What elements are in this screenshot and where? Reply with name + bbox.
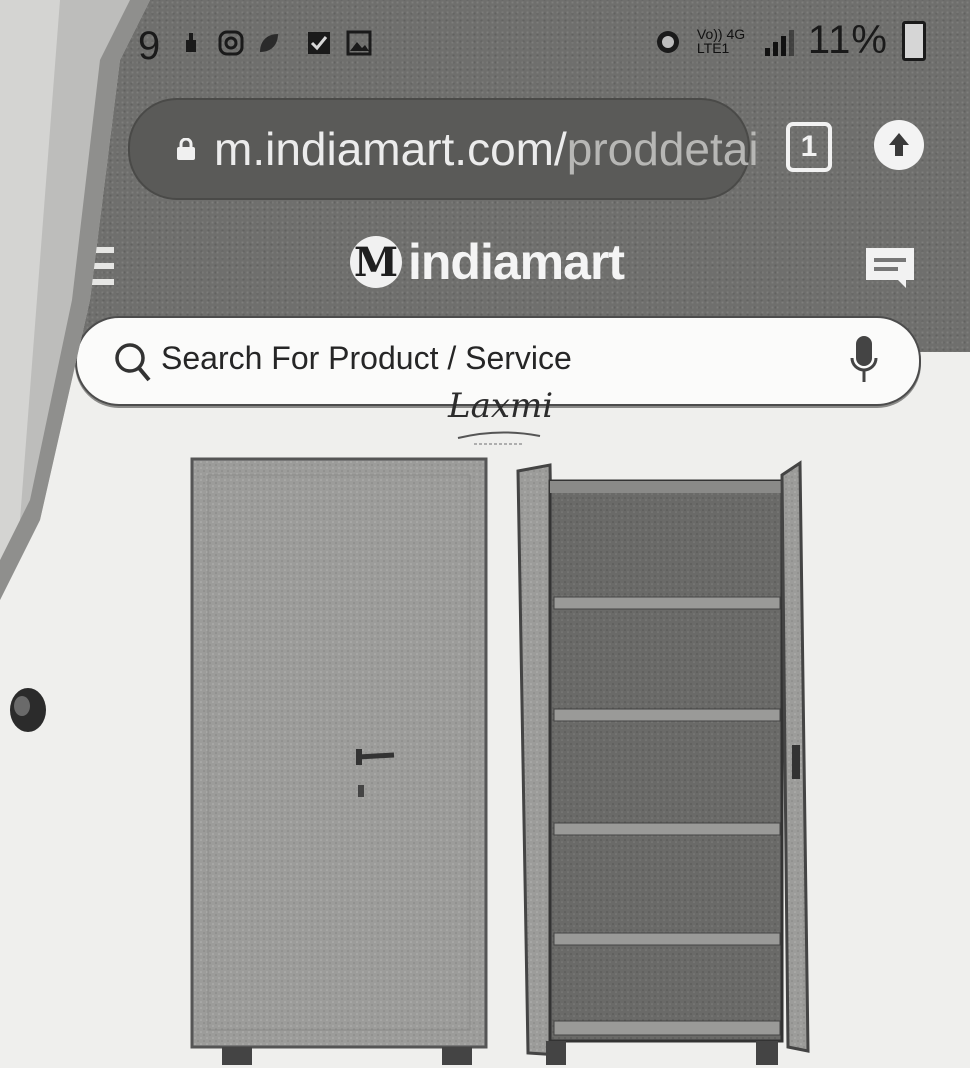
update-button[interactable] <box>874 120 924 170</box>
lock-icon <box>177 138 195 160</box>
app-header: 9 Vo)) 4G LTE1 11% m.indiamart.com/prodd… <box>0 0 970 352</box>
alarm-icon <box>656 30 679 53</box>
network-indicator: Vo)) 4G LTE1 <box>696 25 746 56</box>
punch-hole-icon <box>10 688 46 732</box>
message-icon[interactable] <box>862 244 918 290</box>
usb-icon <box>186 33 196 52</box>
open-cabinet-icon <box>516 460 810 1065</box>
search-icon <box>115 343 151 382</box>
checkbox-icon <box>308 32 330 54</box>
status-bar: 9 Vo)) 4G LTE1 11% <box>0 0 970 90</box>
gallery-icon <box>346 30 372 56</box>
status-right-group: Vo)) 4G LTE1 11% <box>653 18 926 63</box>
signal-icon <box>764 26 794 56</box>
brand-logo: Laxmi <box>448 386 554 456</box>
logo-badge: M <box>350 236 402 288</box>
update-icon <box>889 133 909 156</box>
battery-icon <box>902 20 926 61</box>
indiamart-logo[interactable]: M indiamart <box>350 232 625 292</box>
closed-cabinet-icon <box>190 457 488 1065</box>
tab-switcher-button[interactable]: 1 <box>786 122 832 172</box>
url-text[interactable]: m.indiamart.com/proddetai <box>214 122 759 176</box>
url-path: proddetai <box>566 123 759 175</box>
battery-percentage: 11% <box>807 18 888 62</box>
instagram-icon <box>218 30 244 56</box>
brand-underline-icon <box>457 431 541 445</box>
hamburger-menu-icon[interactable] <box>70 247 114 287</box>
url-host: m.indiamart.com/ <box>214 123 567 175</box>
product-image[interactable] <box>188 455 818 1068</box>
microphone-icon[interactable] <box>849 334 879 386</box>
search-placeholder: Search For Product / Service <box>161 340 572 376</box>
status-time: 9 <box>138 24 161 68</box>
brand-logo-text: Laxmi <box>448 386 554 426</box>
address-bar[interactable]: m.indiamart.com/proddetai <box>128 98 759 200</box>
logo-text: indiamart <box>408 234 625 290</box>
leaf-icon <box>260 34 278 52</box>
